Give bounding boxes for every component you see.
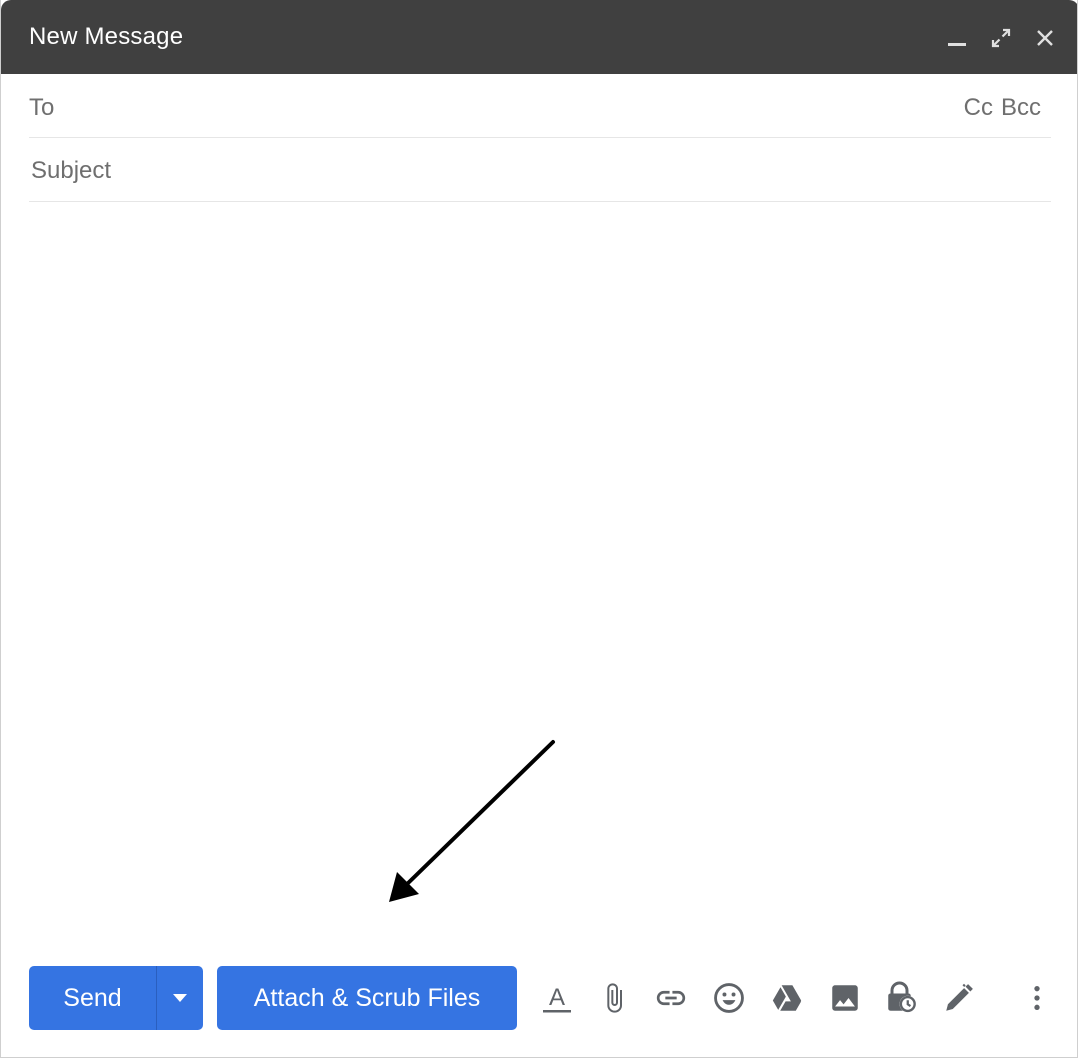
bcc-link[interactable]: Bcc: [1001, 94, 1041, 122]
minimize-icon[interactable]: [945, 26, 969, 50]
send-button[interactable]: Send: [29, 966, 157, 1030]
cc-link[interactable]: Cc: [964, 94, 993, 122]
attach-scrub-files-button[interactable]: Attach & Scrub Files: [217, 966, 517, 1030]
text-format-icon[interactable]: A: [539, 980, 575, 1016]
compose-title: New Message: [29, 23, 184, 50]
send-options-button[interactable]: [157, 966, 203, 1030]
compose-toolbar: Send Attach & Scrub Files A: [29, 966, 1077, 1030]
subject-input[interactable]: [29, 152, 1051, 190]
google-drive-icon[interactable]: [769, 980, 805, 1016]
annotation-arrow: [389, 740, 555, 902]
to-label: To: [29, 94, 55, 121]
to-row: To Cc Bcc: [29, 74, 1051, 138]
attach-file-icon[interactable]: [596, 980, 632, 1016]
signature-icon[interactable]: [941, 980, 977, 1016]
caret-down-icon: [173, 994, 187, 1002]
compose-window: New Message To Cc Bcc Subject Send Attac…: [0, 0, 1078, 1058]
subject-row: [29, 138, 1051, 202]
confidential-mode-icon[interactable]: [883, 980, 919, 1016]
cc-bcc-links: Cc Bcc: [964, 94, 1041, 122]
close-icon[interactable]: [1033, 26, 1057, 50]
compose-titlebar[interactable]: New Message: [1, 0, 1077, 74]
svg-text:A: A: [549, 984, 565, 1011]
insert-photo-icon[interactable]: [827, 980, 863, 1016]
to-input[interactable]: [89, 88, 931, 126]
window-controls: [945, 24, 1057, 52]
emoji-icon[interactable]: [711, 980, 747, 1016]
more-options-icon[interactable]: [1019, 980, 1055, 1016]
send-button-group: Send: [29, 966, 203, 1030]
expand-icon[interactable]: [989, 26, 1013, 50]
insert-link-icon[interactable]: [653, 980, 689, 1016]
